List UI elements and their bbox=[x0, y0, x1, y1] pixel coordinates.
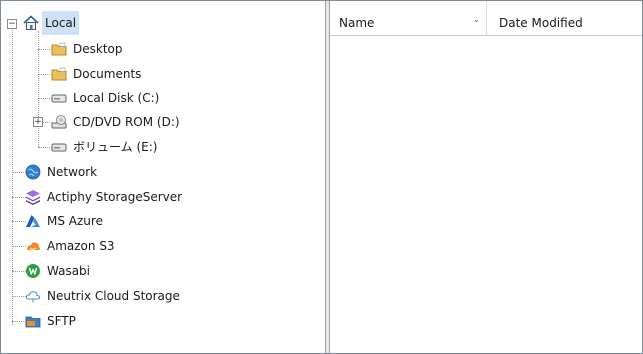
tree-item-sftp[interactable]: SFTP bbox=[25, 309, 79, 333]
column-header-label: Date Modified bbox=[499, 16, 583, 30]
tree-item-documents[interactable]: Documents bbox=[51, 62, 144, 86]
tree-item-desktop[interactable]: Desktop bbox=[51, 37, 126, 61]
location-tree[interactable]: − + Local Desktop Documents Local Disk (… bbox=[1, 1, 325, 353]
tree-item-neutrix-cloud-storage[interactable]: Neutrix Cloud Storage bbox=[25, 284, 183, 308]
tree-item-label: Desktop bbox=[73, 42, 123, 56]
sftp-icon bbox=[25, 313, 41, 329]
tree-item-label: CD/DVD ROM (D:) bbox=[73, 115, 180, 129]
tree-line bbox=[38, 98, 52, 99]
tree-line bbox=[38, 147, 52, 148]
tree-line bbox=[12, 296, 26, 297]
azure-icon bbox=[25, 213, 41, 229]
tree-item-local[interactable]: Local bbox=[23, 11, 80, 35]
tree-line bbox=[12, 221, 26, 222]
column-header-name[interactable]: Name ⌄ bbox=[330, 1, 487, 35]
column-header-date-modified[interactable]: Date Modified bbox=[487, 1, 642, 35]
tree-item-amazon-s3[interactable]: Amazon S3 bbox=[25, 234, 118, 258]
tree-item-label: Wasabi bbox=[47, 264, 91, 278]
tree-line bbox=[12, 271, 26, 272]
tree-item-label: Documents bbox=[73, 67, 142, 81]
file-browser-window: − + Local Desktop Documents Local Disk (… bbox=[0, 0, 643, 354]
column-header-label: Name bbox=[339, 16, 375, 30]
tree-line bbox=[38, 49, 52, 50]
tree-line bbox=[12, 246, 26, 247]
drive-icon bbox=[51, 139, 67, 155]
actiphy-storage-icon bbox=[25, 189, 41, 205]
collapse-local-icon[interactable]: − bbox=[7, 19, 17, 29]
tree-item-label: ボリューム (E:) bbox=[73, 140, 158, 154]
network-globe-icon bbox=[25, 164, 41, 180]
tree-item-local-disk-c[interactable]: Local Disk (C:) bbox=[51, 86, 162, 110]
tree-item-label: Actiphy StorageServer bbox=[47, 190, 183, 204]
tree-line bbox=[12, 321, 26, 322]
tree-item-label: Amazon S3 bbox=[47, 239, 115, 253]
tree-item-label: Network bbox=[47, 165, 98, 179]
tree-item-actiphy-storageserver[interactable]: Actiphy StorageServer bbox=[25, 185, 185, 209]
tree-item-ms-azure[interactable]: MS Azure bbox=[25, 209, 106, 233]
tree-item-label: Neutrix Cloud Storage bbox=[47, 289, 180, 303]
sort-descending-icon[interactable]: ⌄ bbox=[473, 15, 480, 25]
file-list[interactable]: Name ⌄ Date Modified bbox=[330, 1, 642, 353]
folder-icon bbox=[51, 66, 67, 82]
cloud-icon bbox=[25, 288, 41, 304]
tree-item-network[interactable]: Network bbox=[25, 160, 100, 184]
drive-icon bbox=[51, 90, 67, 106]
tree-item-label: SFTP bbox=[47, 314, 76, 328]
amazon-s3-icon bbox=[25, 238, 41, 254]
tree-item-label: Local Disk (C:) bbox=[73, 91, 160, 105]
tree-line bbox=[12, 25, 13, 325]
cd-drive-icon bbox=[51, 114, 67, 130]
tree-item-volume-e[interactable]: ボリューム (E:) bbox=[51, 135, 160, 159]
folder-icon bbox=[51, 41, 67, 57]
tree-item-label: MS Azure bbox=[47, 214, 103, 228]
tree-item-wasabi[interactable]: Wasabi bbox=[25, 259, 93, 283]
tree-line bbox=[12, 172, 26, 173]
tree-item-cd-dvd-rom-d[interactable]: CD/DVD ROM (D:) bbox=[51, 110, 183, 134]
home-icon bbox=[23, 14, 39, 31]
tree-item-label: Local bbox=[42, 11, 80, 35]
expand-cd-drive-icon[interactable]: + bbox=[33, 117, 43, 127]
tree-line bbox=[38, 74, 52, 75]
file-list-header: Name ⌄ Date Modified bbox=[330, 1, 642, 36]
wasabi-icon bbox=[25, 263, 41, 279]
tree-line bbox=[12, 197, 26, 198]
